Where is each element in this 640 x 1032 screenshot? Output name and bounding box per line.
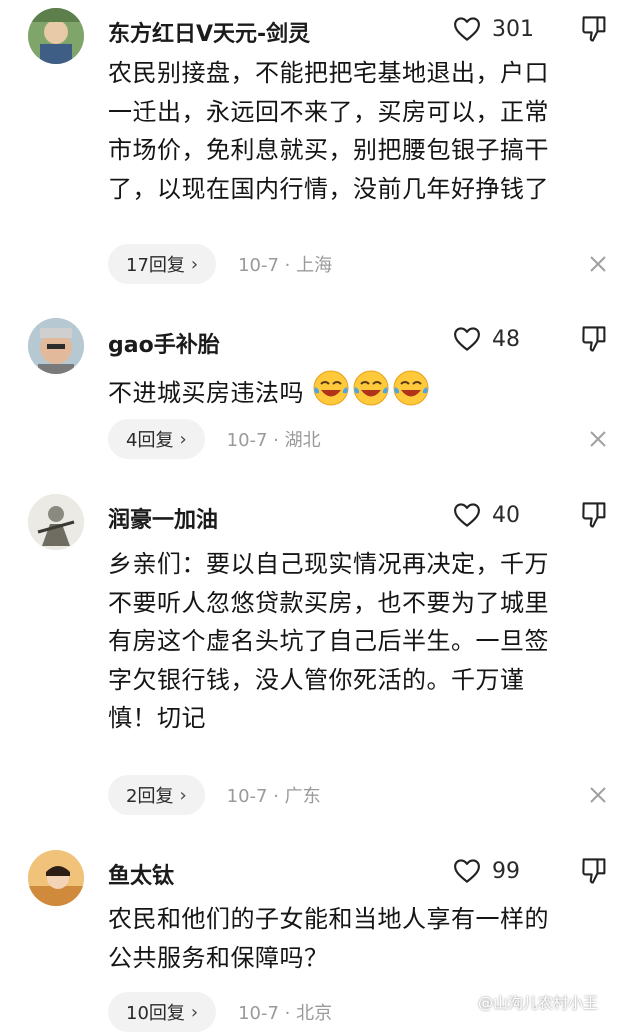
avatar[interactable] xyxy=(28,494,84,550)
heart-outline-icon xyxy=(454,327,480,351)
thumbs-down-icon[interactable] xyxy=(580,14,608,44)
close-icon[interactable] xyxy=(588,254,608,274)
comment-line: 农民别接盘，不能把把宅基地退出，户口 xyxy=(108,59,549,87)
replies-button[interactable]: 4回复 › xyxy=(108,419,205,459)
chevron-right-icon: › xyxy=(190,253,199,275)
thumbs-down-icon[interactable] xyxy=(580,500,608,530)
comment-meta: 10回复 › 10-7 · 北京 xyxy=(108,992,332,1032)
comment-line: 乡亲们：要以自己现实情况再决定，千万 xyxy=(108,550,549,578)
date-location: 10-7 · 广东 xyxy=(226,786,321,807)
like-button[interactable]: 301 xyxy=(452,14,534,44)
replies-label: 10回复 xyxy=(126,1003,185,1024)
replies-button[interactable]: 17回复 › xyxy=(108,244,217,284)
like-count: 301 xyxy=(492,16,534,42)
comment-line: 农民和他们的子女能和当地人享有一样的 xyxy=(108,905,549,933)
avatar[interactable] xyxy=(28,318,84,374)
like-button[interactable]: 99 xyxy=(452,856,520,886)
comment-line: 有房这个虚名头坑了自己后半生。一旦签 xyxy=(108,627,549,655)
comment-text: 农民别接盘，不能把把宅基地退出，户口 一迁出，永远回不来了，买房可以，正常 市场… xyxy=(108,54,608,208)
date-location: 10-7 · 湖北 xyxy=(226,430,321,451)
date-location: 10-7 · 北京 xyxy=(238,1003,333,1024)
comment-line: 不要听人忽悠贷款买房，也不要为了城里 xyxy=(108,588,549,617)
close-icon[interactable] xyxy=(588,429,608,449)
like-count: 40 xyxy=(492,502,520,528)
heart-outline-icon xyxy=(454,17,480,41)
comment-meta: 2回复 › 10-7 · 广东 xyxy=(108,775,321,815)
chevron-right-icon: › xyxy=(190,1001,199,1023)
comment-text: 农民和他们的子女能和当地人享有一样的 公共服务和保障吗？ xyxy=(108,900,608,977)
watermark: @山沟儿农村小王 xyxy=(478,994,599,1012)
comment-line: 公共服务和保障吗？ xyxy=(108,943,329,972)
like-button[interactable]: 48 xyxy=(452,324,520,354)
replies-button[interactable]: 2回复 › xyxy=(108,775,205,815)
close-icon[interactable] xyxy=(588,785,608,805)
comment-line: 字欠银行钱，没人管你死活的。千万谨 xyxy=(108,665,525,694)
avatar[interactable] xyxy=(28,850,84,906)
username[interactable]: 润豪一加油 xyxy=(108,502,218,534)
comment-line: 一迁出，永远回不来了，买房可以，正常 xyxy=(108,97,549,126)
replies-label: 4回复 xyxy=(126,430,174,451)
heart-outline-icon xyxy=(454,503,480,527)
thumbs-down-icon[interactable] xyxy=(580,324,608,354)
crying-laughing-emoji xyxy=(312,369,350,419)
username[interactable]: 东方红日V天元-剑灵 xyxy=(108,16,310,48)
replies-button[interactable]: 10回复 › xyxy=(108,992,217,1032)
replies-label: 17回复 xyxy=(126,255,185,276)
like-count: 99 xyxy=(492,858,520,884)
comment-text: 不进城买房违法吗 xyxy=(108,369,608,419)
replies-label: 2回复 xyxy=(126,786,174,807)
username[interactable]: gao手补胎 xyxy=(108,327,220,359)
comment-line: 市场价，免利息就买，别把腰包银子搞干 xyxy=(108,136,549,164)
thumbs-down-icon[interactable] xyxy=(580,856,608,886)
comment-line: 慎！切记 xyxy=(108,704,206,732)
comment-line: 不进城买房违法吗 xyxy=(108,378,304,407)
chevron-right-icon: › xyxy=(179,784,187,806)
chevron-right-icon: › xyxy=(179,428,187,450)
heart-outline-icon xyxy=(454,859,480,883)
like-button[interactable]: 40 xyxy=(452,500,520,530)
comment-text: 乡亲们：要以自己现实情况再决定，千万 不要听人忽悠贷款买房，也不要为了城里 有房… xyxy=(108,545,608,738)
crying-laughing-emoji xyxy=(392,369,430,419)
username[interactable]: 鱼太钛 xyxy=(108,858,174,890)
comment-meta: 4回复 › 10-7 · 湖北 xyxy=(108,419,321,459)
avatar[interactable] xyxy=(28,8,84,64)
comment-meta: 17回复 › 10-7 · 上海 xyxy=(108,244,332,284)
like-count: 48 xyxy=(492,326,520,352)
date-location: 10-7 · 上海 xyxy=(238,255,333,276)
comment-line: 了，以现在国内行情，没前几年好挣钱了 xyxy=(108,174,549,203)
crying-laughing-emoji xyxy=(352,369,390,419)
